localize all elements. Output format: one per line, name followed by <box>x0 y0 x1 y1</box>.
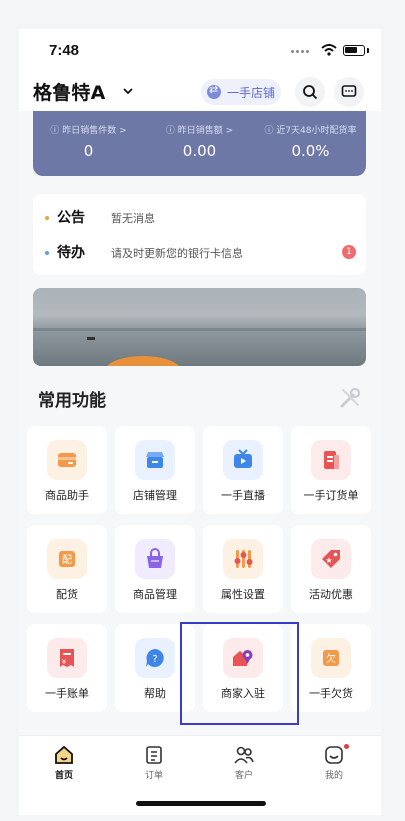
status-time: 7:48 <box>49 42 80 59</box>
feature-label: 配货 <box>56 588 78 601</box>
stat-sold-count[interactable]: ⓘ 昨日销售件数 > 0 <box>33 123 144 160</box>
svg-text:★: ★ <box>325 556 332 565</box>
announcement-title: 公告 <box>57 210 85 226</box>
feature-store-management[interactable]: 店铺管理 <box>115 426 195 514</box>
battery-tip <box>367 48 369 53</box>
feature-product-management[interactable]: 商品管理 <box>115 525 195 613</box>
store-selector[interactable]: 格鲁特A <box>33 78 106 105</box>
svg-text:配: 配 <box>62 554 72 566</box>
feature-label: 一手订货单 <box>303 489 359 502</box>
todo-row[interactable]: 待办 请及时更新您的银行卡信息 1 <box>45 242 356 264</box>
order-icon <box>146 746 162 764</box>
tab-home[interactable]: 首页 <box>19 744 109 781</box>
top-header: 格鲁特A 一手店铺 <box>19 73 381 111</box>
notice-card: 公告 暂无消息 待办 请及时更新您的银行卡信息 1 <box>33 194 366 275</box>
live-stream-icon <box>223 440 263 480</box>
tab-label: 客户 <box>234 771 253 781</box>
messages-button[interactable] <box>334 77 364 107</box>
product-management-icon <box>135 539 175 579</box>
stat-value: 0.0% <box>291 142 330 160</box>
bill-icon: ¥ <box>47 638 87 678</box>
switch-store-button[interactable]: 一手店铺 <box>201 79 281 105</box>
feature-live-stream[interactable]: 一手直播 <box>203 426 283 514</box>
home-icon <box>55 745 73 764</box>
feature-promotion[interactable]: ★ 活动优惠 <box>291 525 371 613</box>
stat-value: 0.00 <box>182 142 217 160</box>
feature-backorder[interactable]: 欠 一手欠货 <box>291 624 371 712</box>
banner-horizon <box>33 328 366 331</box>
stat-label: ⓘ 近7天48小时配货率 <box>264 126 357 136</box>
feature-label: 一手账单 <box>45 687 89 700</box>
profile-icon <box>325 746 343 764</box>
switch-store-label: 一手店铺 <box>227 86 276 100</box>
feature-label: 商品管理 <box>133 588 177 601</box>
todo-count-badge: 1 <box>342 245 356 259</box>
bullet-dot <box>45 251 49 255</box>
common-functions-title: 常用功能 <box>38 391 106 411</box>
svg-text:欠: 欠 <box>326 652 336 665</box>
feature-label: 活动优惠 <box>309 588 353 601</box>
promotion-icon: ★ <box>311 539 351 579</box>
wifi-icon <box>321 44 337 56</box>
feature-order-form[interactable]: 一手订货单 <box>291 426 371 514</box>
svg-text:?: ? <box>152 654 157 665</box>
product-assistant-icon <box>47 440 87 480</box>
attribute-settings-icon <box>223 539 263 579</box>
banner-boat <box>87 337 95 340</box>
feature-label: 一手欠货 <box>309 687 353 700</box>
stat-sales-amount[interactable]: ⓘ 昨日销售额 > 0.00 <box>144 123 255 160</box>
backorder-icon: 欠 <box>311 638 351 678</box>
message-icon <box>341 85 357 97</box>
home-indicator <box>136 801 266 806</box>
tab-label: 订单 <box>144 771 163 781</box>
banner-sun <box>105 356 181 366</box>
store-management-icon <box>135 440 175 480</box>
stat-value: 0 <box>83 142 94 160</box>
todo-text: 请及时更新您的银行卡信息 <box>111 247 243 260</box>
feature-bill[interactable]: ¥ 一手账单 <box>27 624 107 712</box>
stat-label: ⓘ 昨日销售件数 > <box>50 126 127 136</box>
todo-title: 待办 <box>57 245 85 261</box>
search-button[interactable] <box>295 77 325 107</box>
feature-product-assistant[interactable]: 商品助手 <box>27 426 107 514</box>
tab-profile[interactable]: 我的 <box>289 744 379 781</box>
tab-label: 首页 <box>54 771 73 781</box>
feature-label: 店铺管理 <box>133 489 177 502</box>
feature-label: 商品助手 <box>45 489 89 502</box>
notification-dot <box>344 744 349 749</box>
status-bar: 7:48 <box>19 29 381 73</box>
battery-icon <box>343 45 365 56</box>
help-icon: ? <box>135 638 175 678</box>
stat-delivery-rate[interactable]: ⓘ 近7天48小时配货率 0.0% <box>255 123 366 160</box>
tab-customers[interactable]: 客户 <box>199 744 289 781</box>
feature-distribution[interactable]: 配 配货 <box>27 525 107 613</box>
distribution-icon: 配 <box>47 539 87 579</box>
customers-icon <box>234 746 254 764</box>
feature-label: 属性设置 <box>221 588 265 601</box>
feature-label: 一手直播 <box>221 489 265 502</box>
switch-icon <box>207 83 221 99</box>
search-icon <box>303 85 318 100</box>
announcement-row[interactable]: 公告 暂无消息 <box>45 207 356 229</box>
tab-label: 我的 <box>324 771 343 781</box>
stat-label: ⓘ 昨日销售额 > <box>165 126 234 136</box>
bullet-dot <box>45 216 49 220</box>
promo-banner[interactable] <box>33 288 366 366</box>
sales-stats-card: ⓘ 昨日销售件数 > 0 ⓘ 昨日销售额 > 0.00 ⓘ 近7天48小时配货率… <box>33 111 366 176</box>
tab-orders[interactable]: 订单 <box>109 744 199 781</box>
highlight-box <box>180 622 299 725</box>
phone-screen: 7:48 格鲁特A 一手店铺 <box>19 29 381 815</box>
order-form-icon <box>311 440 351 480</box>
announcement-text: 暂无消息 <box>111 212 155 225</box>
chevron-down-icon[interactable] <box>123 86 133 96</box>
feature-attribute-settings[interactable]: 属性设置 <box>203 525 283 613</box>
signal-icon <box>291 50 309 53</box>
tools-icon[interactable] <box>337 385 363 411</box>
svg-text:¥: ¥ <box>62 658 67 666</box>
